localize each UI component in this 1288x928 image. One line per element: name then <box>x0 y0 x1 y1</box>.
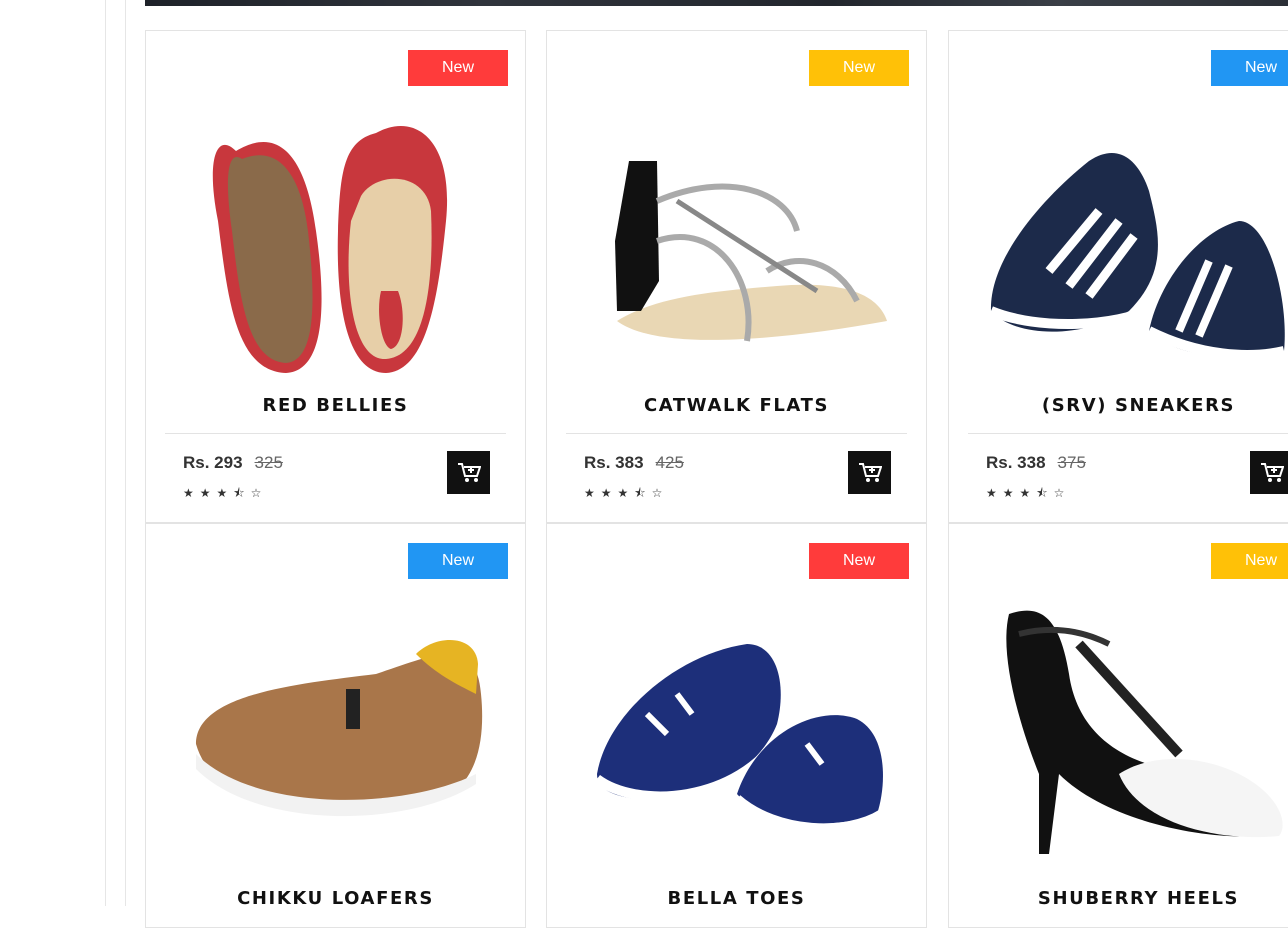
product-card[interactable]: New CATWALK FLATS Rs. 383 425 ★★★⯪☆ <box>546 30 927 523</box>
price: Rs. 383 425 <box>584 453 684 473</box>
product-card[interactable]: New RED BELLIES Rs. 293 325 ★★★⯪☆ <box>145 30 526 523</box>
product-title[interactable]: SHUBERRY HEELS <box>949 888 1288 909</box>
divider <box>566 433 907 434</box>
current-price: Rs. 293 <box>183 453 243 472</box>
divider <box>165 433 506 434</box>
rating-stars: ★★★⯪☆ <box>584 486 669 500</box>
rating-stars: ★★★⯪☆ <box>986 486 1071 500</box>
sidebar-divider <box>105 0 106 906</box>
product-title[interactable]: CATWALK FLATS <box>547 395 926 416</box>
price: Rs. 338 375 <box>986 453 1086 473</box>
original-price: 425 <box>655 453 684 472</box>
product-image[interactable] <box>979 81 1288 381</box>
product-title[interactable]: BELLA TOES <box>547 888 926 909</box>
add-to-cart-button[interactable] <box>848 451 891 494</box>
divider <box>968 433 1288 434</box>
price: Rs. 293 325 <box>183 453 283 473</box>
current-price: Rs. 383 <box>584 453 644 472</box>
product-image[interactable] <box>577 81 897 381</box>
product-title[interactable]: (SRV) SNEAKERS <box>949 395 1288 416</box>
product-card[interactable]: New (SRV) SNEAKERS Rs. 338 375 ★★★⯪☆ <box>948 30 1288 523</box>
product-image[interactable] <box>176 81 496 381</box>
product-image[interactable] <box>176 574 496 874</box>
product-image[interactable] <box>979 574 1288 874</box>
top-banner <box>145 0 1288 6</box>
product-image[interactable] <box>577 574 897 874</box>
product-card[interactable]: New CHIKKU LOAFERS <box>145 523 526 928</box>
product-title[interactable]: CHIKKU LOAFERS <box>146 888 525 909</box>
rating-stars: ★★★⯪☆ <box>183 486 268 500</box>
add-to-cart-button[interactable] <box>1250 451 1288 494</box>
content-divider <box>125 0 126 906</box>
product-card[interactable]: New SHUBERRY HEELS <box>948 523 1288 928</box>
product-title[interactable]: RED BELLIES <box>146 395 525 416</box>
current-price: Rs. 338 <box>986 453 1046 472</box>
original-price: 375 <box>1057 453 1086 472</box>
add-to-cart-icon <box>858 462 882 482</box>
product-card[interactable]: New BELLA TOES <box>546 523 927 928</box>
add-to-cart-icon <box>457 462 481 482</box>
original-price: 325 <box>254 453 283 472</box>
add-to-cart-button[interactable] <box>447 451 490 494</box>
add-to-cart-icon <box>1260 462 1284 482</box>
